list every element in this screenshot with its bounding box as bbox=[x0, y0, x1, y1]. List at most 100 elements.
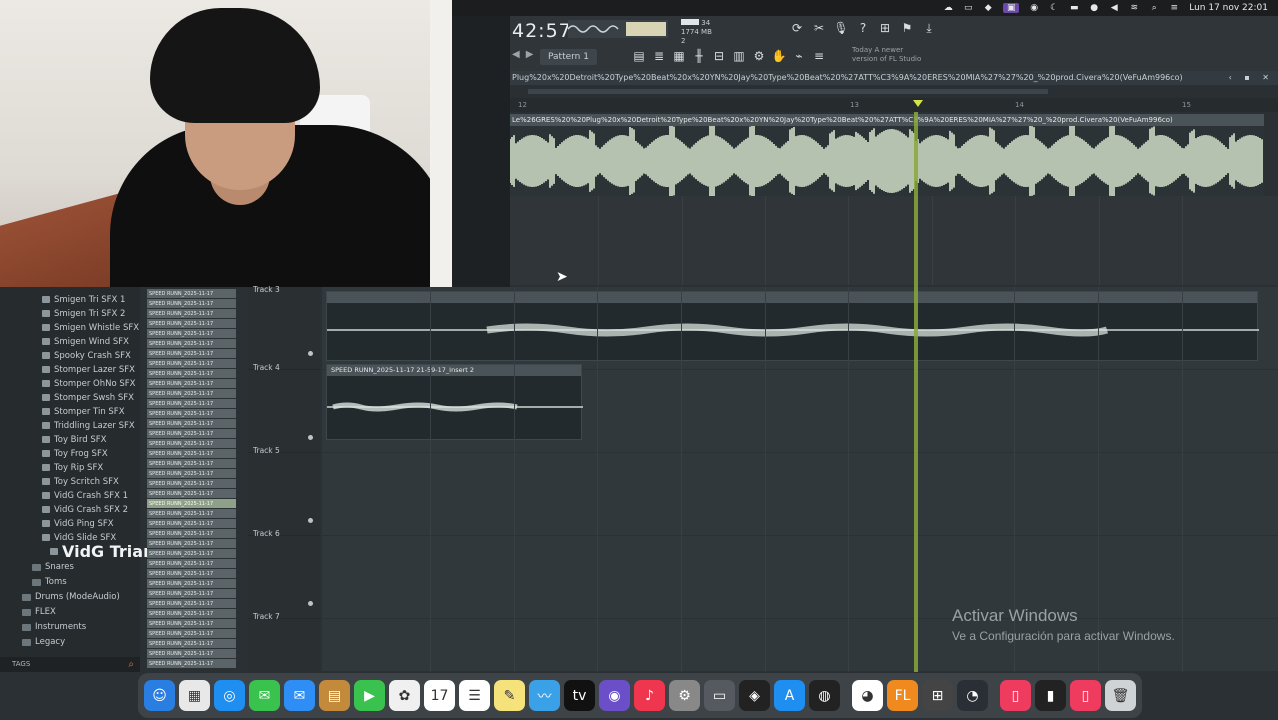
window-controls[interactable]: ‹ ▪ ✕ bbox=[1229, 71, 1274, 85]
track-mute-dot[interactable] bbox=[308, 601, 313, 606]
help-icon[interactable]: ? bbox=[856, 20, 870, 36]
track-header-4[interactable]: Track 4 bbox=[248, 363, 320, 453]
fl-studio-icon[interactable]: FL bbox=[887, 680, 918, 711]
cut-icon[interactable]: ✂ bbox=[812, 20, 826, 36]
pattern-item[interactable]: SPEED RUNN_2025-11-17 bbox=[147, 389, 236, 399]
pattern-item[interactable]: SPEED RUNN_2025-11-17 bbox=[147, 449, 236, 459]
doc3-icon[interactable]: ▯ bbox=[1070, 680, 1101, 711]
browser-item[interactable]: Smigen Tri SFX 2 bbox=[42, 307, 125, 321]
messages-icon[interactable]: ✉ bbox=[249, 680, 280, 711]
pattern-item[interactable]: SPEED RUNN_2025-11-17 bbox=[147, 599, 236, 609]
browser-item[interactable]: Toy Scritch SFX bbox=[42, 475, 119, 489]
track-mute-dot[interactable] bbox=[308, 435, 313, 440]
pattern-item[interactable]: SPEED RUNN_2025-11-17 bbox=[147, 359, 236, 369]
launchpad-icon[interactable]: ▦ bbox=[179, 680, 210, 711]
system-settings-icon[interactable]: ⚙ bbox=[669, 680, 700, 711]
pattern-item[interactable]: SPEED RUNN_2025-11-17 bbox=[147, 469, 236, 479]
browser-item[interactable]: Stomper Tin SFX bbox=[42, 405, 125, 419]
plugin-picker-icon[interactable]: ▥ bbox=[732, 48, 746, 64]
timeline-ruler[interactable]: 12 13 14 15 bbox=[510, 98, 1278, 112]
pattern-item[interactable]: SPEED RUNN_2025-11-17 bbox=[147, 409, 236, 419]
tool-icon[interactable]: ⚙ bbox=[752, 48, 766, 64]
playhead-marker[interactable] bbox=[913, 100, 923, 107]
playlist-lane[interactable]: SPEED RUNN_2025-11-17 21-59-17_Insert 2 bbox=[322, 364, 1278, 453]
download-icon[interactable]: ⤓ bbox=[922, 20, 936, 36]
browser-item[interactable]: Stomper OhNo SFX bbox=[42, 377, 135, 391]
pattern-selector[interactable]: Pattern 1 bbox=[540, 49, 597, 65]
track-mute-dot[interactable] bbox=[308, 351, 313, 356]
magnet-icon[interactable]: ⌁ bbox=[792, 48, 806, 64]
pattern-item[interactable]: SPEED RUNN_2025-11-17 bbox=[147, 349, 236, 359]
cloud-icon[interactable]: ☁ bbox=[943, 3, 953, 13]
chrome-icon[interactable]: ◕ bbox=[852, 680, 883, 711]
camera-icon[interactable]: ● bbox=[1089, 3, 1099, 13]
maps-icon[interactable]: ▤ bbox=[319, 680, 350, 711]
photos-icon[interactable]: ✿ bbox=[389, 680, 420, 711]
folder-legacy[interactable]: Legacy bbox=[22, 635, 65, 650]
calculator-icon[interactable]: ⊞ bbox=[922, 680, 953, 711]
browser-item[interactable]: Triddling Lazer SFX bbox=[42, 419, 135, 433]
music-icon[interactable]: ♪ bbox=[634, 680, 665, 711]
track-header-3[interactable]: Track 3 bbox=[248, 285, 320, 370]
audio-clip[interactable] bbox=[326, 291, 1259, 361]
safari-icon[interactable]: ◎ bbox=[214, 680, 245, 711]
menubar-datetime[interactable]: Lun 17 nov 22:01 bbox=[1189, 3, 1268, 13]
playlist-lane[interactable] bbox=[322, 287, 1278, 370]
battery-icon[interactable]: ▬ bbox=[1069, 3, 1079, 13]
browser-item[interactable]: VidG Ping SFX bbox=[42, 517, 114, 531]
editor-audio-waveform[interactable] bbox=[509, 125, 1264, 197]
pattern-item[interactable]: SPEED RUNN_2025-11-17 bbox=[147, 489, 236, 499]
pattern-item[interactable]: SPEED RUNN_2025-11-17 bbox=[147, 559, 236, 569]
pattern-item[interactable]: SPEED RUNN_2025-11-17 bbox=[147, 629, 236, 639]
track-header-5[interactable]: Track 5 bbox=[248, 446, 320, 536]
nav-arrows[interactable]: ◀▶ bbox=[512, 49, 539, 60]
editor-scrollbar[interactable] bbox=[510, 85, 1278, 98]
pattern-item[interactable]: SPEED RUNN_2025-11-17 bbox=[147, 539, 236, 549]
pattern-item[interactable]: SPEED RUNN_2025-11-17 bbox=[147, 399, 236, 409]
browser-item[interactable]: Smigen Tri SFX 1 bbox=[42, 293, 125, 307]
pattern-item[interactable]: SPEED RUNN_2025-11-17 bbox=[147, 329, 236, 339]
pattern-item[interactable]: SPEED RUNN_2025-11-17 bbox=[147, 579, 236, 589]
pattern-item[interactable]: SPEED RUNN_2025-11-17 bbox=[147, 549, 236, 559]
vpn-icon[interactable]: ◉ bbox=[1029, 3, 1039, 13]
finder-icon[interactable]: ☺ bbox=[144, 680, 175, 711]
pattern-item[interactable]: SPEED RUNN_2025-11-17 bbox=[147, 459, 236, 469]
song-time-display[interactable]: 42:57 bbox=[512, 20, 572, 42]
screen-record-icon[interactable]: ▣ bbox=[1003, 3, 1020, 13]
tags-bar[interactable]: TAGS ⌕ bbox=[0, 657, 140, 672]
pattern-item[interactable]: SPEED RUNN_2025-11-17 bbox=[147, 379, 236, 389]
control-center-icon[interactable]: ≡ bbox=[1169, 3, 1179, 13]
mic-icon[interactable]: 🎙 bbox=[833, 20, 848, 36]
playlist-icon[interactable]: ▤ bbox=[632, 48, 646, 64]
editor-clip-label[interactable]: Le%26GRES%20%20Plug%20x%20Detroit%20Type… bbox=[510, 114, 1264, 126]
browser-item[interactable]: VidG Crash SFX 1 bbox=[42, 489, 128, 503]
podcasts-icon[interactable]: ◉ bbox=[599, 680, 630, 711]
pattern-item[interactable]: SPEED RUNN_2025-11-17 bbox=[147, 369, 236, 379]
pattern-item[interactable]: SPEED RUNN_2025-11-17 bbox=[147, 429, 236, 439]
track-header-6[interactable]: Track 6 bbox=[248, 529, 320, 619]
pattern-item[interactable]: SPEED RUNN_2025-11-17 bbox=[147, 509, 236, 519]
pattern-item[interactable]: SPEED RUNN_2025-11-17 bbox=[147, 619, 236, 629]
folder-snares[interactable]: Snares bbox=[32, 560, 74, 575]
pattern-item[interactable]: SPEED RUNN_2025-11-17 bbox=[147, 659, 236, 669]
volume-icon[interactable]: ◀ bbox=[1109, 3, 1119, 13]
scroll-thumb[interactable] bbox=[528, 89, 1048, 94]
chatgpt-icon[interactable]: ◍ bbox=[809, 680, 840, 711]
mixer-icon[interactable]: ╫ bbox=[692, 48, 706, 64]
trash-icon[interactable]: 🗑 bbox=[1105, 680, 1136, 711]
appstore-icon[interactable]: A bbox=[774, 680, 805, 711]
pattern-item[interactable]: SPEED RUNN_2025-11-17 bbox=[147, 569, 236, 579]
mail-icon[interactable]: ✉ bbox=[284, 680, 315, 711]
pattern-item[interactable]: SPEED RUNN_2025-11-17 bbox=[147, 609, 236, 619]
doc-icon[interactable]: ▯ bbox=[1000, 680, 1031, 711]
channel-rack-icon[interactable]: ▦ bbox=[672, 48, 686, 64]
pattern-item[interactable]: SPEED RUNN_2025-11-17 bbox=[147, 319, 236, 329]
browser-item[interactable]: Smigen Wind SFX bbox=[42, 335, 129, 349]
track-mute-dot[interactable] bbox=[308, 518, 313, 523]
reminders-icon[interactable]: ☰ bbox=[459, 680, 490, 711]
ai-icon[interactable]: ◈ bbox=[739, 680, 770, 711]
browser-icon[interactable]: ⊟ bbox=[712, 48, 726, 64]
doc2-icon[interactable]: ▮ bbox=[1035, 680, 1066, 711]
utility-icon[interactable]: ◔ bbox=[957, 680, 988, 711]
notes-icon[interactable]: ✎ bbox=[494, 680, 525, 711]
